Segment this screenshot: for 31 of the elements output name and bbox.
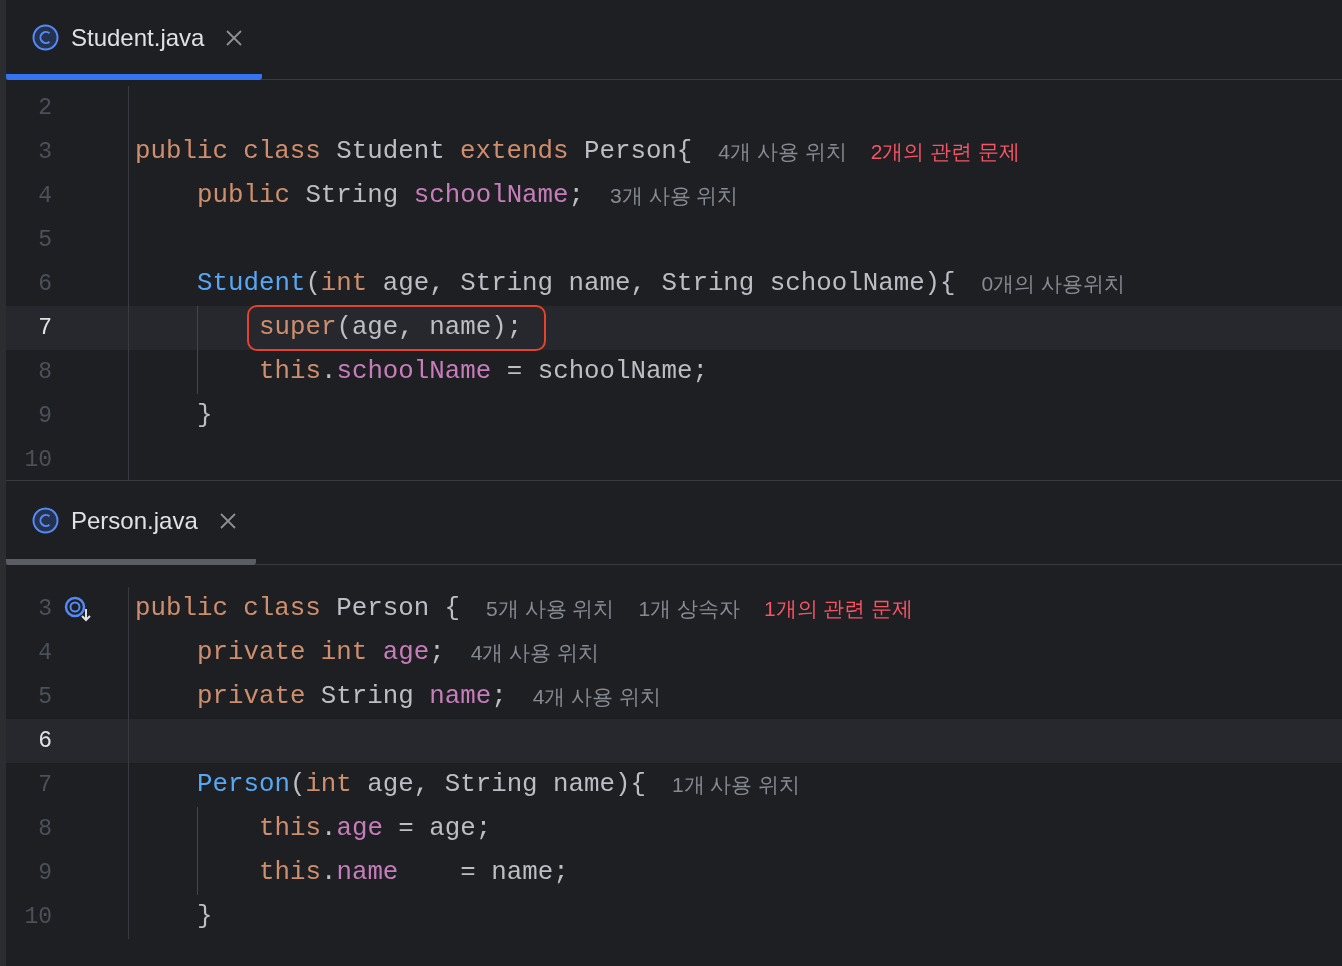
file-tab[interactable]: Student.java [6,1,263,80]
usage-hint[interactable]: 4개 사용 위치 [532,681,661,713]
class-icon [32,24,59,51]
code-line: Student(int age, String name, String schoolName){ [197,267,956,300]
usage-hint[interactable]: 0개의 사용위치 [981,268,1126,300]
usage-hint[interactable]: 3개 사용 위치 [610,180,739,212]
usage-hint[interactable]: 5개 사용 위치 [486,593,615,625]
problem-hint[interactable]: 1개의 관련 문제 [764,593,914,625]
code-line: private int age; [197,636,445,669]
code-line: } [197,399,213,432]
code-line: Person(int age, String name){ [197,768,646,801]
implemented-marker-icon[interactable] [64,595,94,623]
usage-hint[interactable]: 1개 상속자 [638,593,740,625]
code-line: this.schoolName = schoolName; [259,355,708,388]
line-number: 6 [37,726,52,756]
line-number: 7 [37,313,52,343]
usage-hint[interactable]: 4개 사용 위치 [470,637,600,669]
code-line: public class Person { [135,592,461,625]
close-icon[interactable] [219,512,236,529]
code-line: public String schoolName; [197,179,585,212]
class-icon [32,507,59,534]
file-tab[interactable]: Person.java [6,482,256,565]
code-line: this.age = age; [259,812,492,845]
code-line: } [197,900,213,933]
usage-hint[interactable]: 1개 사용 위치 [671,769,801,801]
usage-hint[interactable]: 4개 사용 위치 [718,136,847,168]
problem-hint[interactable]: 2개의 관련 문제 [870,136,1021,168]
code-line: public class Student extends Person{ [135,135,693,168]
code-line: private String name; [197,680,507,713]
code-line: this.name = name; [259,856,569,889]
close-icon[interactable] [226,29,243,46]
